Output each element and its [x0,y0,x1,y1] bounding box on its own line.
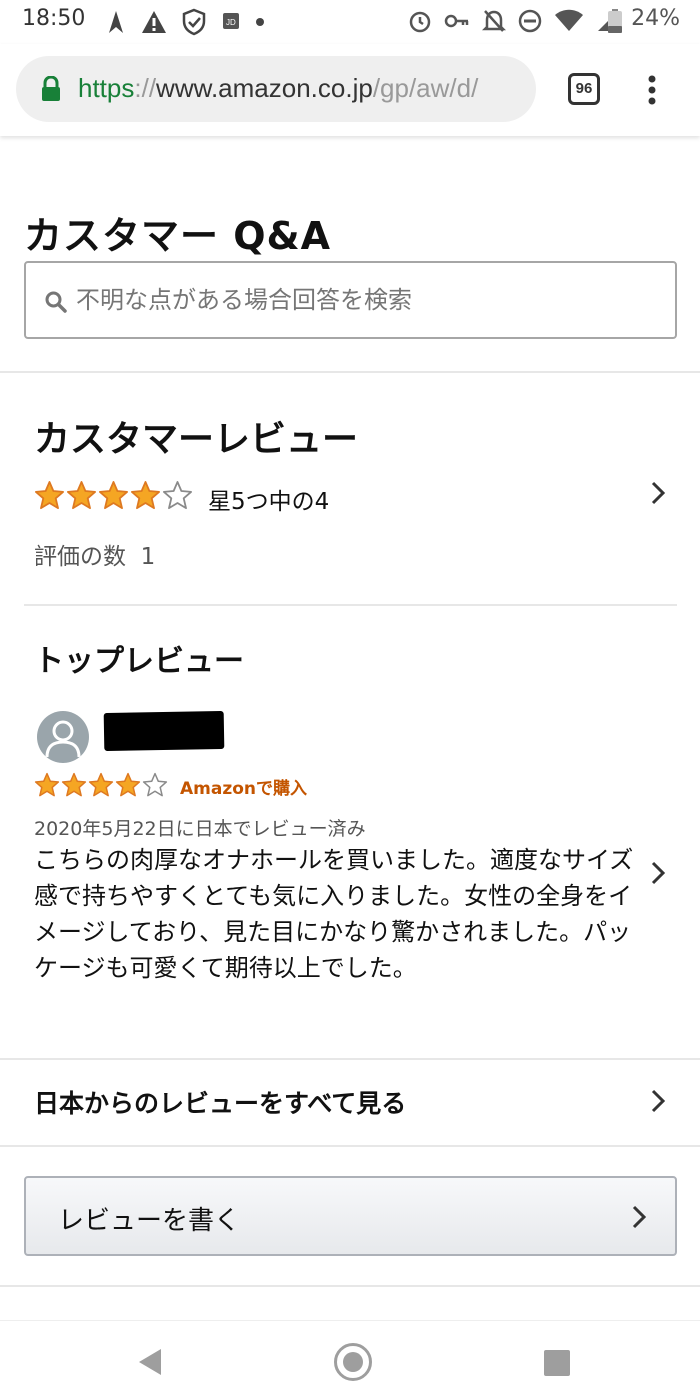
rating-stars [34,480,193,511]
navigation-icon [109,11,123,33]
battery-icon [608,9,622,33]
section-divider [0,371,700,373]
chevron-right-icon[interactable] [650,860,666,886]
status-bar: 18:50 JD 24% [0,0,700,44]
star-filled-icon [35,481,64,510]
star-filled-icon [34,772,60,797]
system-nav-bar [0,1320,700,1400]
write-review-button[interactable]: レビューを書く [24,1176,677,1256]
notifications-off-icon [482,10,506,32]
wifi-icon [555,9,583,31]
star-empty-icon [163,481,192,510]
url-scheme: https [78,73,135,103]
reviewer-name-redacted [103,710,225,752]
star-filled-icon [115,772,141,797]
write-review-label: レビューを書く [58,1206,241,1236]
verified-purchase-badge: Amazonで購入 [180,779,308,799]
recent-apps-button[interactable] [544,1350,570,1376]
alarm-icon [409,11,431,33]
chevron-right-icon [651,1089,666,1113]
see-all-reviews-label: 日本からのレビューをすべて見る [34,1089,407,1118]
qa-search-box[interactable] [24,261,677,339]
back-icon[interactable] [137,1347,163,1377]
url-text[interactable]: https://www.amazon.co.jp/gp/aw/d/ [78,73,478,104]
tab-switcher-button[interactable]: 96 [568,73,600,105]
shield-icon [182,8,206,36]
review-date: 2020年5月22日に日本でレビュー済み [34,818,366,840]
status-right-icons [408,8,620,34]
rating-summary-row[interactable]: 星5つ中の4 [34,480,674,520]
review-body[interactable]: こちらの肉厚なオナホールを買いました。適度なサイズ感で持ちやすくとても気に入りま… [34,842,634,986]
star-filled-icon [99,481,128,510]
url-separator: :// [134,73,157,103]
rating-text: 星5つ中の4 [208,489,330,515]
status-time: 18:50 [22,6,86,31]
rating-count-value: 1 [140,544,156,570]
warning-icon [142,11,166,33]
rating-count: 評価の数 1 [34,537,155,571]
section-divider [0,1285,700,1287]
browser-toolbar: https://www.amazon.co.jp/gp/aw/d/ 96 [0,44,700,136]
star-filled-icon [131,481,160,510]
do-not-disturb-icon [518,9,542,33]
home-button[interactable] [334,1343,372,1381]
star-empty-icon [142,772,168,797]
avatar [37,711,89,763]
battery-percentage: 24% [631,6,680,31]
section-divider [0,1145,700,1147]
reviews-title: カスタマーレビュー [34,419,359,460]
url-host: www.amazon.co.jp [156,73,373,103]
search-icon [45,291,67,313]
star-filled-icon [61,772,87,797]
top-reviews-title: トップレビュー [34,644,244,679]
status-left-icons: JD [105,8,265,36]
url-bar[interactable]: https://www.amazon.co.jp/gp/aw/d/ [16,56,536,122]
rating-count-label: 評価の数 [34,544,126,570]
chevron-right-icon [632,1205,647,1229]
home-icon [343,1352,363,1372]
lock-icon [42,76,60,101]
key-icon [444,14,469,28]
star-filled-icon [67,481,96,510]
qa-search-input[interactable] [76,275,656,325]
section-divider [24,604,677,606]
qa-title: カスタマー Q&A [24,214,332,258]
see-all-reviews-link[interactable]: 日本からのレビューをすべて見る [0,1060,700,1146]
user-icon [45,720,81,758]
review-stars [34,772,168,798]
overflow-menu-icon[interactable] [640,70,664,110]
dot-icon [256,18,264,26]
chevron-right-icon [651,481,666,505]
jd-app-icon: JD [223,13,239,29]
svg-text:JD: JD [226,18,236,27]
url-path: /gp/aw/d/ [372,73,479,103]
star-filled-icon [88,772,114,797]
